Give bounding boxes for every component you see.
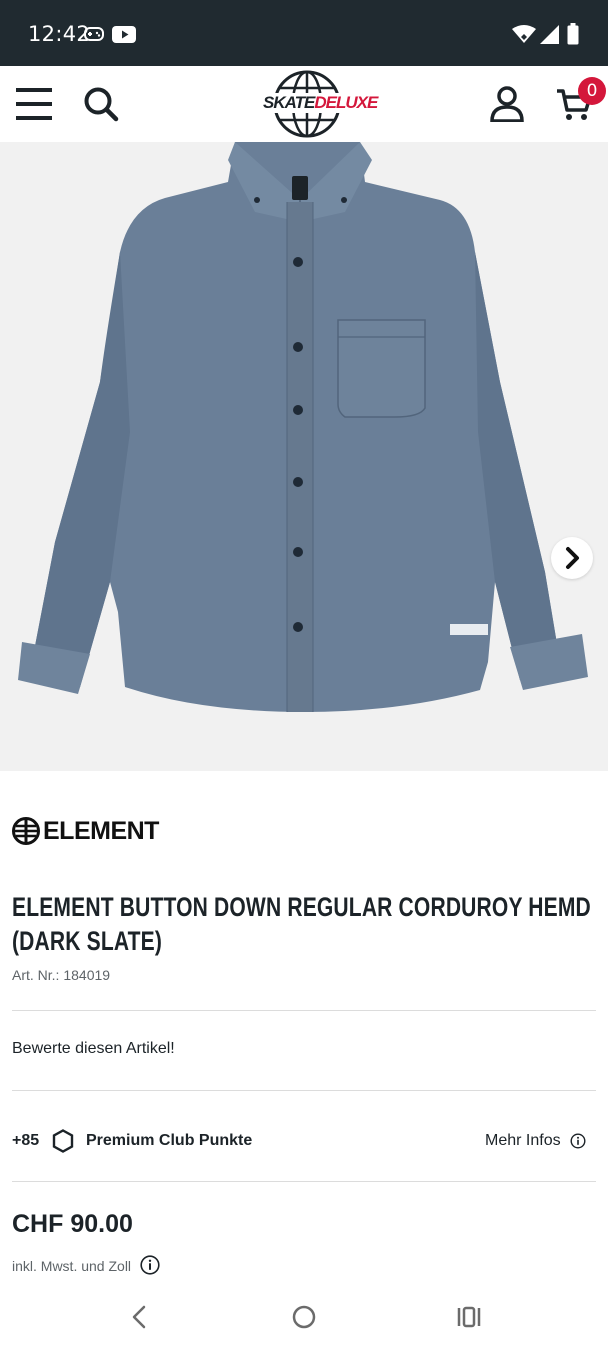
account-icon[interactable] [490, 86, 524, 127]
signal-icon [540, 25, 559, 49]
youtube-icon [112, 26, 136, 48]
hexagon-icon [52, 1129, 74, 1158]
recent-apps-icon[interactable] [456, 1304, 482, 1335]
home-icon[interactable] [292, 1304, 316, 1335]
logo-text-deluxe: DELUXE [314, 93, 378, 112]
site-header: SKATEDELUXE [0, 66, 608, 142]
club-points-count: +85 [12, 1132, 40, 1149]
gallery-next-button[interactable] [551, 537, 593, 579]
divider [12, 1010, 596, 1011]
info-icon[interactable] [140, 1255, 160, 1280]
rate-article-link[interactable]: Bewerte diesen Artikel! [12, 1040, 175, 1058]
divider [12, 1181, 596, 1182]
search-icon[interactable] [83, 86, 119, 127]
system-nav-bar [0, 1290, 608, 1350]
logo-text-skate: SKATE [263, 93, 315, 112]
divider [12, 1090, 596, 1091]
club-points-label: Premium Club Punkte [86, 1132, 253, 1149]
back-icon[interactable] [128, 1304, 150, 1335]
menu-icon[interactable] [16, 86, 52, 127]
status-time: 12:42 [28, 22, 91, 46]
chevron-right-icon [566, 547, 579, 569]
battery-icon [567, 23, 579, 50]
product-title: ELEMENT BUTTON DOWN REGULAR CORDUROY HEM… [12, 892, 591, 956]
wifi-icon [512, 25, 536, 49]
cart-count-badge: 0 [578, 77, 606, 105]
tax-note: inkl. Mwst. und Zoll [12, 1258, 132, 1274]
product-price: CHF 90.00 [12, 1210, 133, 1238]
gamepad-icon [84, 26, 104, 47]
site-logo[interactable]: SKATEDELUXE [262, 66, 378, 142]
product-shirt-image [18, 142, 588, 712]
product-image-gallery[interactable] [0, 142, 608, 771]
element-tree-icon [12, 816, 40, 846]
brand-name: ELEMENT [43, 817, 159, 845]
status-bar: 12:42 [0, 0, 608, 66]
article-number: Art. Nr.: 184019 [12, 967, 111, 983]
info-icon[interactable] [570, 1133, 586, 1154]
more-info-link[interactable]: Mehr Infos [485, 1132, 561, 1150]
